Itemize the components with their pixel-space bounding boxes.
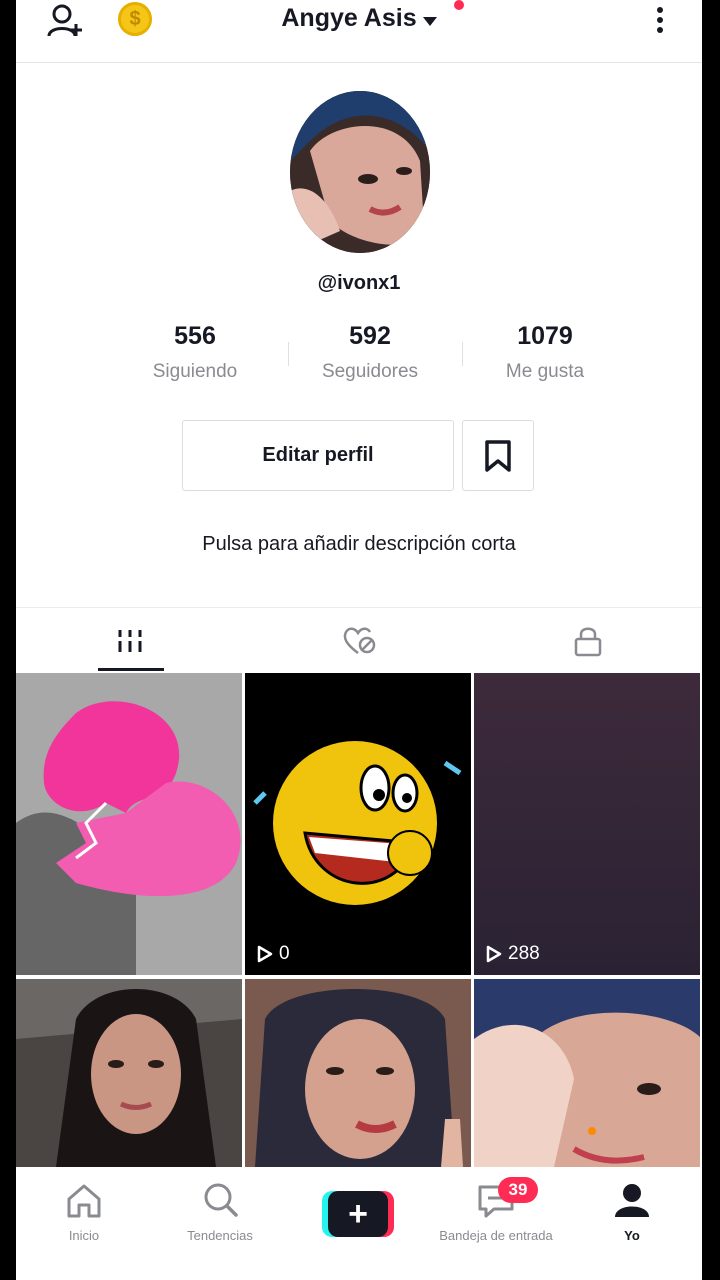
search-icon [204,1183,238,1217]
tab-videos[interactable] [16,608,244,673]
stat-label: Seguidores [321,361,419,382]
nav-inbox[interactable]: Bandeja de entrada [436,1181,556,1243]
nav-home[interactable]: Inicio [24,1181,144,1243]
video-thumbnail[interactable]: 288 [474,673,700,975]
stat-likes[interactable]: 1079 Me gusta [460,322,630,383]
stat-value: 592 [349,322,391,350]
lock-icon [574,627,602,656]
account-name[interactable]: Angye Asis [281,4,416,32]
home-icon [67,1184,101,1218]
account-switcher[interactable]: Angye Asis [16,4,702,33]
play-icon [486,945,502,963]
video-thumbnail[interactable]: 0 [245,673,471,975]
chevron-down-icon[interactable] [422,17,437,27]
tab-liked[interactable] [245,608,473,673]
nav-profile[interactable]: Yo [572,1181,692,1243]
profile-stats: 556 Siguiendo 592 Seguidores 1079 Me gus… [110,322,630,392]
view-count: 0 [257,943,290,965]
username-handle: @ivonx1 [317,272,401,294]
bookmark-icon [485,439,511,472]
plus-icon: + [328,1191,388,1237]
profile-page: $ Angye Asis @ivonx1 556 Siguiendo 592 S… [16,0,702,1280]
stat-followers[interactable]: 592 Seguidores [285,322,455,383]
content-tabs [16,607,702,673]
edit-profile-button[interactable]: Editar perfil [182,420,454,491]
stat-label: Siguiendo [152,361,238,382]
stat-value: 1079 [517,322,573,350]
header: $ Angye Asis [16,0,702,63]
nav-discover[interactable]: Tendencias [160,1181,280,1243]
grid-icon [118,629,142,652]
stat-value: 556 [174,322,216,350]
view-count: 288 [486,943,540,965]
bottom-navigation: Inicio Tendencias + Bandeja de entrada 3… [16,1167,702,1280]
stat-following[interactable]: 556 Siguiendo [110,322,280,383]
nav-label: Tendencias [187,1228,253,1243]
profile-icon [615,1184,649,1217]
play-icon [257,945,273,963]
nav-label: Yo [624,1228,640,1243]
create-button[interactable]: + [322,1191,394,1237]
nav-label: Bandeja de entrada [439,1228,553,1243]
nav-label: Inicio [68,1228,100,1243]
active-tab-indicator [98,668,164,671]
inbox-badge: 39 [498,1177,538,1203]
liked-hidden-icon [343,627,376,654]
bio-prompt[interactable]: Pulsa para añadir descripción corta [16,533,702,556]
bookmark-button[interactable] [462,420,534,491]
stat-label: Me gusta [505,361,585,382]
video-thumbnail[interactable] [16,673,242,975]
more-icon[interactable] [652,4,668,38]
tab-private[interactable] [474,608,702,673]
avatar[interactable] [290,91,430,253]
notification-dot [454,0,464,10]
view-count-value: 288 [508,943,540,964]
view-count-value: 0 [279,943,290,964]
